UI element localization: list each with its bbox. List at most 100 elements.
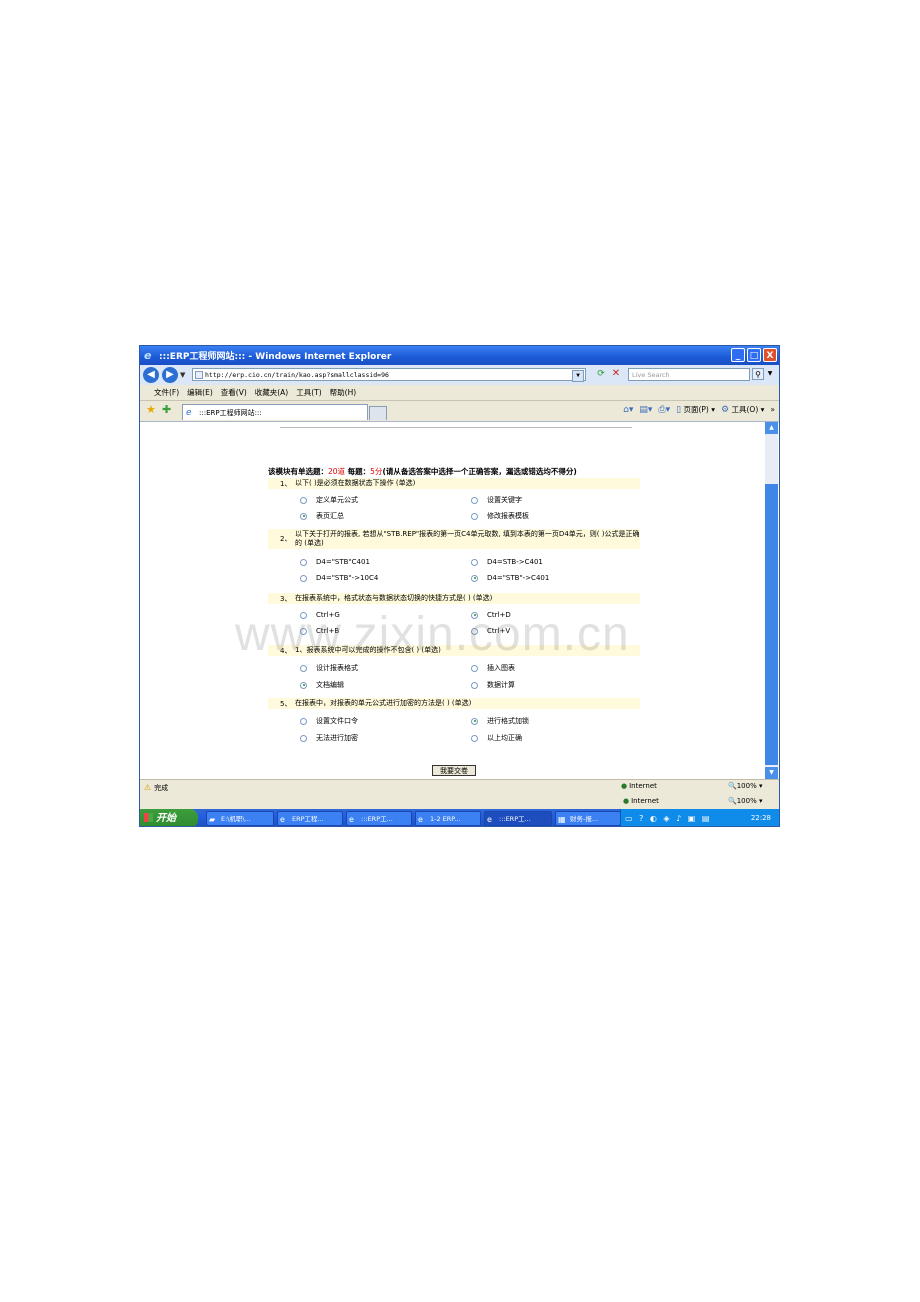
radio-button[interactable] [471, 496, 478, 504]
option-5a[interactable]: 设置文件口令 [300, 716, 358, 726]
menu-file[interactable]: 文件(F) [154, 387, 179, 398]
taskbar-item-label: ERP工程... [292, 815, 324, 823]
menu-tools[interactable]: 工具(T) [296, 387, 321, 398]
taskbar-item-label: 财务-报... [570, 815, 599, 823]
taskbar-item-ie2[interactable]: e:::ERP工... [346, 811, 412, 826]
favorites-star-icon[interactable]: ★ [146, 404, 156, 416]
command-bar: ⌂▾ ▤▾ ⎙▾ ▯ 页面(P) ▾ ⚙ 工具(O) ▾ » [623, 404, 775, 416]
radio-button[interactable] [471, 681, 478, 689]
option-label: 定义单元公式 [316, 496, 358, 504]
option-1a[interactable]: 定义单元公式 [300, 495, 358, 505]
url-dropdown-icon[interactable]: ▼ [572, 370, 584, 382]
secondary-status-bar: ● Internet 🔍100% ▾ [140, 795, 779, 809]
page-menu[interactable]: ▯ 页面(P) ▾ [676, 404, 715, 415]
add-favorite-icon[interactable]: ✚ [162, 404, 171, 416]
scroll-down-icon[interactable]: ▼ [765, 767, 778, 779]
search-icon[interactable]: ⚲ [752, 368, 764, 380]
search-dropdown-icon[interactable]: ▼ [766, 368, 774, 380]
stop-button[interactable]: ✕ [610, 368, 622, 380]
option-2d[interactable]: D4="STB"->C401 [471, 574, 549, 582]
feeds-icon[interactable]: ▤▾ [639, 405, 652, 415]
forward-button[interactable]: ▶ [162, 367, 178, 383]
zoom-label: 100% [736, 797, 757, 805]
option-1b[interactable]: 设置关键字 [471, 495, 522, 505]
tab-erp[interactable]: e :::ERP工程师网站::: [182, 404, 368, 420]
radio-button-selected[interactable] [300, 681, 307, 689]
option-1d[interactable]: 修改报表模板 [471, 511, 529, 521]
url-field[interactable]: http://erp.cio.cn/train/kao.asp?smallcla… [192, 368, 586, 382]
tray-icons[interactable]: ▭ ? ◐ ◈ ♪ ▣ ▤ [625, 809, 711, 826]
option-4b[interactable]: 插入图表 [471, 663, 515, 673]
status-text: 完成 [154, 783, 169, 792]
ie-icon: e [280, 815, 285, 824]
zoom-control-2[interactable]: 🔍100% ▾ [728, 797, 762, 805]
print-icon[interactable]: ⎙▾ [658, 405, 670, 415]
minimize-button[interactable]: _ [731, 348, 745, 362]
option-5d[interactable]: 以上均正确 [471, 733, 522, 743]
maximize-button[interactable]: □ [747, 348, 761, 362]
radio-button[interactable] [471, 512, 478, 520]
window-title: :::ERP工程师网站::: - Windows Internet Explor… [159, 352, 392, 362]
scroll-thumb[interactable] [765, 484, 778, 765]
address-bar: ◀ ▶ ▼ http://erp.cio.cn/train/kao.asp?sm… [140, 365, 779, 385]
radio-button[interactable] [471, 734, 478, 742]
tab-label: :::ERP工程师网站::: [199, 409, 262, 417]
taskbar-item-doc[interactable]: ▦ 财务-报... [555, 811, 621, 826]
option-2a[interactable]: D4="STB"C401 [300, 558, 370, 566]
page-content: 该模块有单选题：20道 每题：5分(请从备选答案中选择一个正确答案，漏选或错选均… [140, 422, 765, 779]
radio-button[interactable] [300, 664, 307, 672]
close-button[interactable]: X [763, 348, 777, 362]
menu-favorites[interactable]: 收藏夹(A) [255, 387, 288, 398]
taskbar-item-ie3[interactable]: e 1-2 ERP... [415, 811, 481, 826]
radio-button[interactable] [300, 574, 307, 582]
menu-edit[interactable]: 编辑(E) [187, 387, 213, 398]
option-4c[interactable]: 文档编辑 [300, 680, 344, 690]
new-tab-button[interactable] [369, 406, 387, 420]
chevron-more-icon[interactable]: » [770, 405, 775, 414]
menu-view[interactable]: 查看(V) [221, 387, 247, 398]
menu-help[interactable]: 帮助(H) [330, 387, 357, 398]
option-2b[interactable]: D4=STB->C401 [471, 558, 543, 566]
history-dropdown-icon[interactable]: ▼ [180, 371, 185, 379]
refresh-button[interactable]: ⟳ [595, 368, 607, 380]
option-label: D4="STB"C401 [316, 558, 370, 566]
search-input[interactable]: Live Search [628, 368, 750, 381]
radio-button[interactable] [300, 496, 307, 504]
tools-menu[interactable]: ⚙ 工具(O) ▾ [721, 404, 764, 415]
taskbar-item-ie1[interactable]: e ERP工程... [277, 811, 343, 826]
option-label: 无法进行加密 [316, 734, 358, 742]
taskbar-item-ie4-active[interactable]: e:::ERP工... [484, 811, 552, 826]
page-icon [195, 371, 203, 379]
option-1c[interactable]: 表页汇总 [300, 511, 344, 521]
option-2c[interactable]: D4="STB"->10C4 [300, 574, 378, 582]
ie-logo-icon: e [144, 348, 152, 362]
radio-button[interactable] [471, 558, 478, 566]
window-controls: _ □ X [731, 348, 777, 362]
question-number: 3、 [280, 594, 292, 603]
home-icon[interactable]: ⌂▾ [623, 405, 633, 415]
radio-button[interactable] [471, 664, 478, 672]
ie-icon: e [487, 815, 492, 824]
option-label: 数据计算 [487, 681, 515, 689]
radio-button[interactable] [300, 717, 307, 725]
radio-button-selected[interactable] [471, 717, 478, 725]
option-5c[interactable]: 无法进行加密 [300, 733, 358, 743]
start-button[interactable]: 开始 [140, 809, 198, 826]
vertical-scrollbar[interactable]: ▲ ▼ [765, 422, 778, 779]
back-button[interactable]: ◀ [143, 367, 159, 383]
option-4d[interactable]: 数据计算 [471, 680, 515, 690]
option-5b[interactable]: 进行格式加锁 [471, 716, 529, 726]
folder-icon: ▰ [209, 815, 216, 824]
radio-button-selected[interactable] [300, 512, 307, 520]
radio-button-selected[interactable] [471, 574, 478, 582]
radio-button[interactable] [300, 734, 307, 742]
page-menu-label: 页面(P) [683, 405, 709, 414]
option-label: 修改报表模板 [487, 512, 529, 520]
taskbar-item-folder[interactable]: ▰ E:\机职\... [206, 811, 274, 826]
scroll-up-icon[interactable]: ▲ [765, 422, 778, 434]
zoom-control[interactable]: 🔍100% ▾ [728, 782, 762, 790]
submit-exam-button[interactable]: 我要交卷 [432, 765, 476, 776]
zone-label: Internet [631, 797, 659, 805]
option-4a[interactable]: 设计报表格式 [300, 663, 358, 673]
radio-button[interactable] [300, 558, 307, 566]
